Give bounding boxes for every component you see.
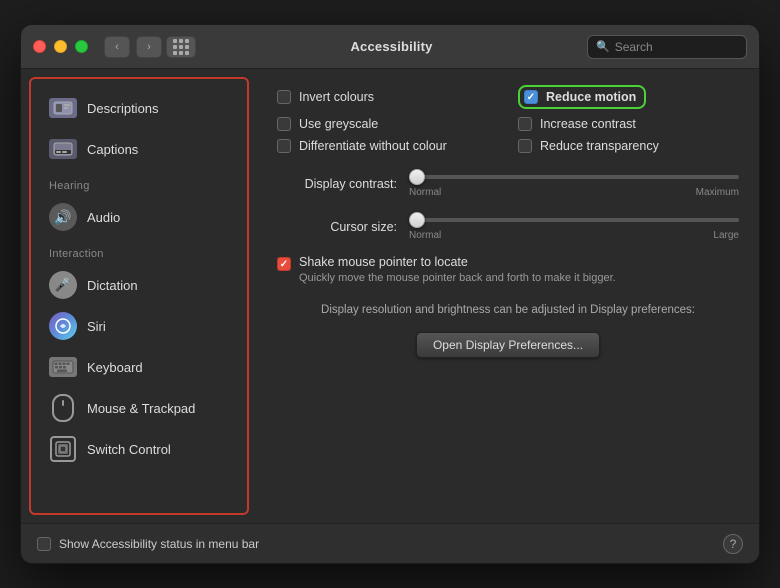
window-title: Accessibility — [196, 39, 587, 54]
audio-icon: 🔊 — [49, 203, 77, 231]
cursor-size-labels: Normal Large — [409, 230, 739, 241]
display-contrast-thumb[interactable] — [409, 169, 425, 185]
close-button[interactable] — [33, 40, 46, 53]
switch-control-icon — [49, 435, 77, 463]
differentiate-without-colour-item[interactable]: Differentiate without colour — [277, 139, 498, 153]
grid-button[interactable] — [166, 36, 196, 58]
use-greyscale-checkbox[interactable] — [277, 117, 291, 131]
search-icon: 🔍 — [596, 40, 610, 53]
shake-mouse-text: Shake mouse pointer to locate Quickly mo… — [299, 255, 616, 286]
show-status-item[interactable]: Show Accessibility status in menu bar — [37, 537, 259, 551]
reduce-transparency-label: Reduce transparency — [540, 139, 659, 153]
display-contrast-label: Display contrast: — [277, 177, 397, 191]
open-display-preferences-wrapper: Open Display Preferences... — [277, 332, 739, 358]
use-greyscale-label: Use greyscale — [299, 117, 378, 131]
captions-icon — [49, 135, 77, 163]
descriptions-label: Descriptions — [87, 101, 159, 116]
display-contrast-slider-container: Normal Maximum — [409, 169, 739, 198]
help-button[interactable]: ? — [723, 534, 743, 554]
main-content: Descriptions Captions H — [21, 69, 759, 523]
cursor-size-row: Cursor size: Normal Large — [277, 212, 739, 241]
show-status-checkbox[interactable] — [37, 537, 51, 551]
shake-mouse-title: Shake mouse pointer to locate — [299, 255, 616, 269]
reduce-transparency-checkbox[interactable] — [518, 139, 532, 153]
keyboard-icon — [49, 353, 77, 381]
fullscreen-button[interactable] — [75, 40, 88, 53]
keyboard-label: Keyboard — [87, 360, 143, 375]
differentiate-without-colour-checkbox[interactable] — [277, 139, 291, 153]
invert-colours-item[interactable]: Invert colours — [277, 85, 498, 109]
cursor-size-track[interactable] — [409, 218, 739, 222]
reduce-motion-highlighted: Reduce motion — [518, 85, 646, 109]
sidebar-item-siri[interactable]: Siri — [37, 306, 241, 346]
shake-mouse-row: Shake mouse pointer to locate Quickly mo… — [277, 255, 739, 286]
traffic-lights — [33, 40, 88, 53]
cursor-size-thumb[interactable] — [409, 212, 425, 228]
display-contrast-track[interactable] — [409, 175, 739, 179]
sidebar: Descriptions Captions H — [29, 77, 249, 515]
display-contrast-labels: Normal Maximum — [409, 187, 739, 198]
grid-icon — [173, 39, 189, 55]
cursor-size-max: Large — [713, 230, 739, 241]
cursor-size-label: Cursor size: — [277, 220, 397, 234]
mouse-icon — [49, 394, 77, 422]
search-input[interactable] — [615, 40, 738, 54]
display-contrast-max: Maximum — [696, 187, 739, 198]
increase-contrast-label: Increase contrast — [540, 117, 636, 131]
sidebar-item-dictation[interactable]: 🎤 Dictation — [37, 265, 241, 305]
switch-control-label: Switch Control — [87, 442, 171, 457]
increase-contrast-item[interactable]: Increase contrast — [518, 117, 739, 131]
sidebar-item-descriptions[interactable]: Descriptions — [37, 88, 241, 128]
increase-contrast-checkbox[interactable] — [518, 117, 532, 131]
invert-colours-label: Invert colours — [299, 90, 374, 104]
search-bar[interactable]: 🔍 — [587, 35, 747, 59]
siri-icon — [49, 312, 77, 340]
forward-button[interactable]: › — [136, 36, 162, 58]
section-interaction: Interaction — [31, 238, 247, 264]
sidebar-item-mouse-trackpad[interactable]: Mouse & Trackpad — [37, 388, 241, 428]
shake-mouse-checkbox[interactable] — [277, 257, 291, 271]
accessibility-window: ‹ › Accessibility 🔍 — [20, 24, 760, 564]
audio-label: Audio — [87, 210, 120, 225]
display-contrast-min: Normal — [409, 187, 441, 198]
minimize-button[interactable] — [54, 40, 67, 53]
differentiate-without-colour-label: Differentiate without colour — [299, 139, 447, 153]
display-info-text: Display resolution and brightness can be… — [277, 302, 739, 319]
reduce-motion-label: Reduce motion — [546, 90, 636, 104]
descriptions-icon — [49, 94, 77, 122]
right-panel: Invert colours Reduce motion Use greysca… — [257, 69, 759, 523]
dictation-label: Dictation — [87, 278, 138, 293]
cursor-size-min: Normal — [409, 230, 441, 241]
show-status-label: Show Accessibility status in menu bar — [59, 537, 259, 551]
captions-label: Captions — [87, 142, 138, 157]
shake-mouse-description: Quickly move the mouse pointer back and … — [299, 271, 616, 286]
open-display-preferences-button[interactable]: Open Display Preferences... — [416, 332, 600, 358]
reduce-motion-checkbox[interactable] — [524, 90, 538, 104]
reduce-transparency-item[interactable]: Reduce transparency — [518, 139, 739, 153]
sidebar-item-captions[interactable]: Captions — [37, 129, 241, 169]
section-hearing: Hearing — [31, 170, 247, 196]
sidebar-item-keyboard[interactable]: Keyboard — [37, 347, 241, 387]
titlebar: ‹ › Accessibility 🔍 — [21, 25, 759, 69]
sidebar-item-audio[interactable]: 🔊 Audio — [37, 197, 241, 237]
invert-colours-checkbox[interactable] — [277, 90, 291, 104]
siri-label: Siri — [87, 319, 106, 334]
use-greyscale-item[interactable]: Use greyscale — [277, 117, 498, 131]
nav-buttons: ‹ › — [104, 36, 162, 58]
sidebar-item-switch-control[interactable]: Switch Control — [37, 429, 241, 469]
dictation-icon: 🎤 — [49, 271, 77, 299]
shake-mouse-item: Shake mouse pointer to locate Quickly mo… — [277, 255, 739, 286]
bottom-bar: Show Accessibility status in menu bar ? — [21, 523, 759, 563]
display-contrast-row: Display contrast: Normal Maximum — [277, 169, 739, 198]
back-button[interactable]: ‹ — [104, 36, 130, 58]
mouse-trackpad-label: Mouse & Trackpad — [87, 401, 195, 416]
reduce-motion-wrapper-outer: Reduce motion — [518, 85, 739, 109]
checkboxes-grid: Invert colours Reduce motion Use greysca… — [277, 85, 739, 153]
cursor-size-slider-container: Normal Large — [409, 212, 739, 241]
